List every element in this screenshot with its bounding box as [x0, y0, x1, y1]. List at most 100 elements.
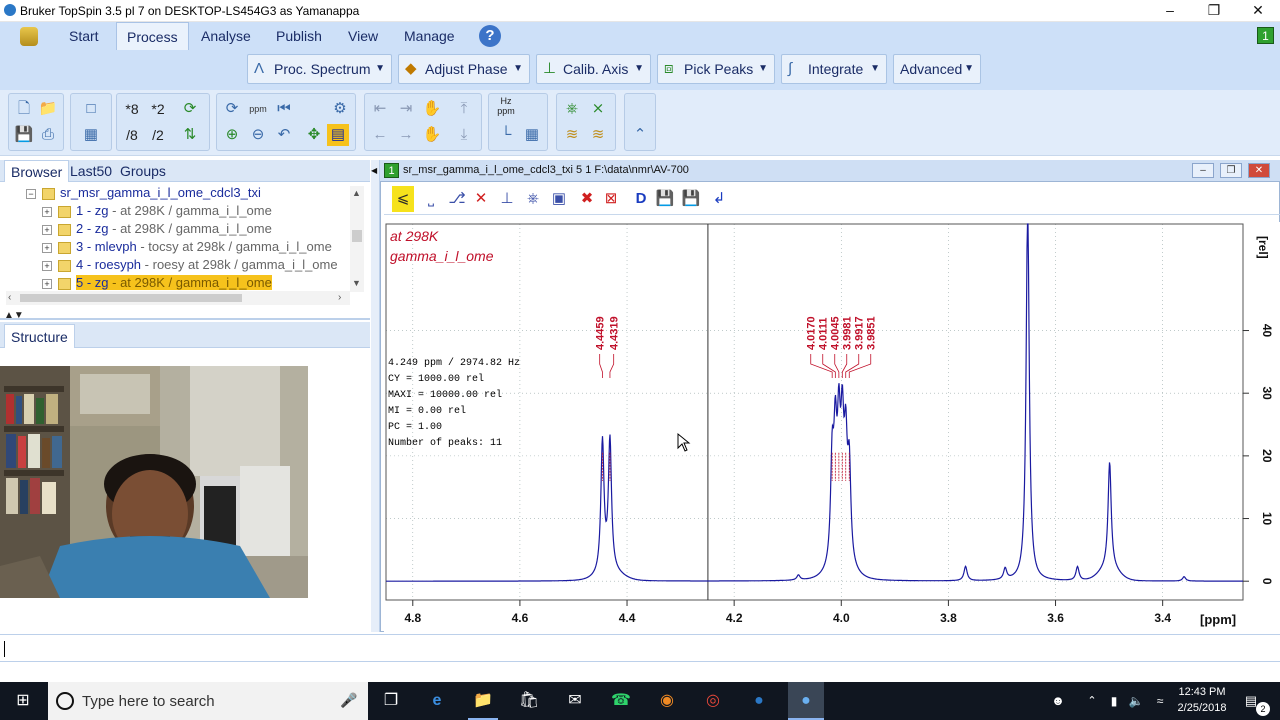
battery-icon[interactable]: ▮: [1104, 682, 1124, 720]
axis-icon[interactable]: └: [495, 124, 517, 146]
multiplet-icon[interactable]: ≋: [561, 124, 583, 146]
shift-right-end-icon[interactable]: ⇥: [395, 98, 417, 120]
whatsapp-icon[interactable]: ☎: [606, 682, 636, 720]
edge-browser-icon[interactable]: e: [422, 682, 452, 720]
open-folder-icon[interactable]: 📁: [37, 98, 59, 120]
panel-splitter[interactable]: ◀: [371, 160, 380, 632]
pick-region-icon[interactable]: ▣: [548, 186, 570, 212]
chrome-icon[interactable]: ◎: [698, 682, 728, 720]
spectrum-close-button[interactable]: ✕: [1248, 163, 1270, 178]
expand-toggle[interactable]: +: [42, 206, 52, 217]
scrollbar-thumb[interactable]: [20, 294, 242, 302]
tree-item-5[interactable]: +5 - zg - at 298K / gamma_i_l_ome: [42, 274, 272, 292]
delete-region-icon[interactable]: ⊠: [600, 186, 622, 212]
shift-bottom-icon[interactable]: ⤓: [453, 124, 475, 146]
menu-view[interactable]: View: [338, 22, 388, 50]
overlay-icon[interactable]: ≋: [587, 124, 609, 146]
full-range-icon[interactable]: ⏮: [273, 98, 295, 120]
peak-mark-icon[interactable]: ⎇: [446, 186, 468, 212]
restore-button[interactable]: ❐: [1192, 0, 1236, 22]
tree-root-dataset[interactable]: − sr_msr_gamma_i_l_ome_cdcl3_txi: [26, 184, 261, 202]
hand-drag-icon[interactable]: ✋: [421, 98, 443, 120]
hz-ppm-toggle[interactable]: Hz ppm: [495, 96, 517, 118]
taskbar-search-box[interactable]: Type here to search 🎤: [48, 682, 368, 720]
tab-structure[interactable]: Structure: [4, 324, 75, 348]
panel-divider[interactable]: [0, 318, 370, 320]
grid-icon[interactable]: ▦: [80, 124, 102, 146]
zoom-in-icon[interactable]: ⊕: [221, 124, 243, 146]
scroll-right-icon[interactable]: ›: [338, 292, 341, 303]
settings-icon[interactable]: ⚙: [329, 98, 351, 120]
vertical-fit-icon[interactable]: ⇅: [179, 124, 201, 146]
delete-all-peaks-icon[interactable]: ✖: [576, 186, 598, 212]
minimize-button[interactable]: –: [1148, 0, 1192, 22]
scroll-up-icon[interactable]: ▲: [352, 188, 361, 198]
frame-icon[interactable]: □: [80, 98, 102, 120]
peak-pick-icon[interactable]: ⊥: [496, 186, 518, 212]
expand-toggle[interactable]: +: [42, 260, 52, 271]
print-icon[interactable]: ⎙: [37, 124, 59, 146]
shift-right-icon[interactable]: →: [395, 124, 417, 146]
grid-table-icon[interactable]: ▦: [521, 124, 543, 146]
delete-peak-icon[interactable]: ✕: [470, 186, 492, 212]
save-peaks-icon[interactable]: 💾: [654, 186, 676, 212]
spectrum-minimize-button[interactable]: –: [1192, 163, 1214, 178]
menu-publish[interactable]: Publish: [266, 22, 332, 50]
taskbar-time[interactable]: 12:43 PM: [1170, 686, 1234, 698]
expand-toggle[interactable]: +: [42, 242, 52, 253]
refresh-icon[interactable]: ⟳: [179, 98, 201, 120]
export-peaks-icon[interactable]: 💾: [680, 186, 702, 212]
firefox-icon[interactable]: ◉: [652, 682, 682, 720]
menu-start[interactable]: Start: [59, 22, 109, 50]
file-explorer-icon[interactable]: 📁: [468, 682, 498, 720]
shift-top-icon[interactable]: ⤒: [453, 98, 475, 120]
calib-axis-button[interactable]: ⊥ Calib. Axis ▼: [536, 54, 651, 84]
spectrum-restore-button[interactable]: ❐: [1220, 163, 1242, 178]
tab-browser[interactable]: Browser: [4, 160, 70, 182]
adjust-phase-button[interactable]: ◆ Adjust Phase ▼: [398, 54, 530, 84]
return-icon[interactable]: ↲: [708, 186, 730, 212]
new-file-icon[interactable]: 🗋: [13, 98, 35, 120]
scrollbar-thumb[interactable]: [352, 230, 362, 242]
volume-icon[interactable]: 🔈: [1126, 682, 1146, 720]
scale-up-8-button[interactable]: *8: [121, 98, 143, 120]
undo-zoom-icon[interactable]: ↶: [273, 124, 295, 146]
window-indicator-badge[interactable]: 1: [1257, 27, 1274, 44]
expand-toggle[interactable]: +: [42, 278, 52, 289]
scroll-down-icon[interactable]: ▼: [352, 278, 361, 288]
people-icon[interactable]: ☻: [1046, 682, 1070, 720]
scale-up-2-button[interactable]: *2: [147, 98, 169, 120]
task-view-icon[interactable]: ❐: [376, 682, 406, 720]
peak-range-icon[interactable]: ⎵: [420, 186, 442, 212]
expand-toggle[interactable]: +: [42, 224, 52, 235]
help-icon[interactable]: ?: [479, 25, 501, 47]
wifi-icon[interactable]: ≈: [1150, 682, 1170, 720]
rotate-icon[interactable]: ⟳: [221, 98, 243, 120]
microphone-icon[interactable]: 🎤: [340, 692, 357, 709]
proc-spectrum-button[interactable]: Λ Proc. Spectrum ▼: [247, 54, 392, 84]
tree-item-1[interactable]: +1 - zg - at 298K / gamma_i_l_ome: [42, 202, 272, 220]
shift-left-end-icon[interactable]: ⇤: [369, 98, 391, 120]
menu-manage[interactable]: Manage: [394, 22, 465, 50]
zoom-out-icon[interactable]: ⊖: [247, 124, 269, 146]
topspin-active-taskbar-icon[interactable]: ●: [788, 682, 824, 720]
scale-down-2-button[interactable]: /2: [147, 124, 169, 146]
tab-last50[interactable]: Last50: [64, 160, 118, 182]
d-button[interactable]: D: [630, 186, 652, 212]
browser-vertical-scrollbar[interactable]: ▲ ▼: [350, 186, 364, 292]
expand-icon[interactable]: ✥: [303, 124, 325, 146]
collapse-toggle[interactable]: −: [26, 188, 36, 199]
browser-horizontal-scrollbar[interactable]: ‹ ›: [6, 291, 350, 305]
scale-down-8-button[interactable]: /8: [121, 124, 143, 146]
peak-cross-icon[interactable]: ⨯: [587, 98, 609, 120]
save-icon[interactable]: 💾: [13, 124, 35, 146]
advanced-button[interactable]: Advanced ▼: [893, 54, 981, 84]
tree-item-4[interactable]: +4 - roesyph - roesy at 298k / gamma_i_l…: [42, 256, 338, 274]
hand-shift-icon[interactable]: ✋: [421, 124, 443, 146]
close-button[interactable]: ✕: [1236, 0, 1280, 22]
show-hidden-icons-chevron[interactable]: ⌃: [1082, 682, 1102, 720]
menu-process[interactable]: Process: [116, 22, 189, 50]
shift-left-icon[interactable]: ←: [369, 124, 391, 146]
database-icon[interactable]: [20, 27, 38, 46]
topspin-taskbar-icon[interactable]: ●: [744, 682, 774, 720]
